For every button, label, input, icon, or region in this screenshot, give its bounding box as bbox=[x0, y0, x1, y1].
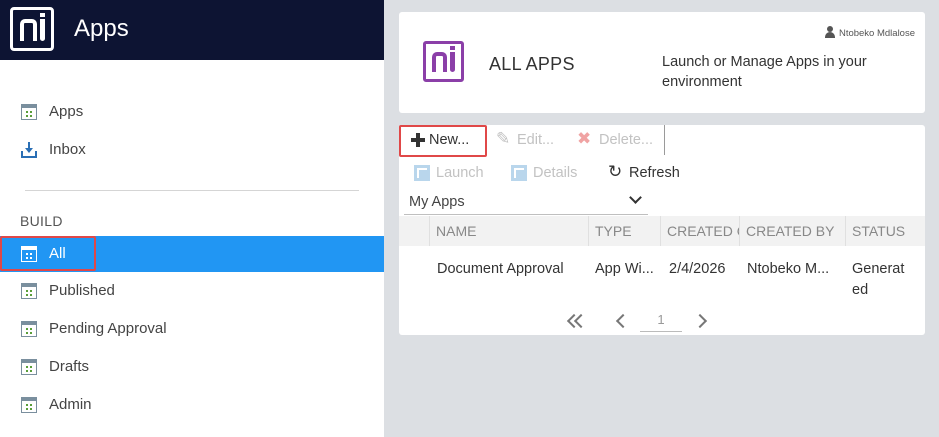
column-header-status[interactable]: STATUS bbox=[845, 216, 925, 246]
window-icon bbox=[21, 359, 37, 375]
user-info: Ntobeko Mdlalose bbox=[824, 26, 915, 39]
column-header-created-by[interactable]: CREATED BY bbox=[739, 216, 845, 246]
edit-button-label: Edit... bbox=[517, 132, 555, 148]
sidebar: Apps Apps Inbox BUILD All Published Pend… bbox=[0, 0, 384, 437]
next-page-icon[interactable] bbox=[692, 313, 708, 329]
apps-list-card: New... ✎ Edit... ✖ Delete... Launch Deta… bbox=[399, 125, 925, 335]
refresh-icon: ↻ bbox=[608, 162, 623, 181]
user-name: Ntobeko Mdlalose bbox=[838, 28, 915, 39]
sidebar-item-admin[interactable]: Admin bbox=[0, 387, 384, 423]
sidebar-item-label: Drafts bbox=[49, 358, 90, 375]
sidebar-item-published[interactable]: Published bbox=[0, 273, 384, 309]
sidebar-item-inbox[interactable]: Inbox bbox=[0, 132, 384, 168]
column-header-name[interactable]: NAME bbox=[429, 216, 588, 246]
sidebar-item-label: Published bbox=[49, 282, 115, 299]
launch-button-label: Launch bbox=[436, 165, 484, 181]
sidebar-item-label: Admin bbox=[49, 396, 92, 413]
toolbar-separator bbox=[664, 125, 665, 155]
table-header: NAME TYPE CREATED O CREATED BY STATUS bbox=[399, 216, 925, 246]
sidebar-item-drafts[interactable]: Drafts bbox=[0, 349, 384, 385]
pagination: 1 bbox=[399, 310, 925, 334]
sidebar-item-label: All bbox=[49, 245, 66, 262]
sidebar-divider bbox=[25, 190, 359, 191]
page-number[interactable]: 1 bbox=[640, 310, 682, 332]
delete-button-label: Delete... bbox=[599, 132, 653, 148]
prev-page-icon[interactable] bbox=[615, 313, 631, 329]
sidebar-item-label: Inbox bbox=[49, 141, 86, 158]
window-icon bbox=[21, 397, 37, 413]
page-title: ALL APPS bbox=[489, 54, 575, 74]
window-icon bbox=[21, 283, 37, 299]
user-icon bbox=[824, 26, 835, 38]
cell-name: Document Approval bbox=[437, 261, 564, 277]
sidebar-item-all[interactable]: All bbox=[0, 236, 384, 272]
sidebar-item-pending-approval[interactable]: Pending Approval bbox=[0, 311, 384, 347]
column-header-type[interactable]: TYPE bbox=[588, 216, 660, 246]
edit-button[interactable]: ✎ Edit... bbox=[496, 127, 556, 153]
refresh-button[interactable]: ↻ Refresh bbox=[607, 160, 687, 186]
refresh-button-label: Refresh bbox=[629, 165, 680, 181]
delete-button[interactable]: ✖ Delete... bbox=[577, 127, 657, 153]
delete-x-icon: ✖ bbox=[577, 129, 592, 148]
nintex-logo-icon bbox=[423, 41, 464, 82]
new-button-label: New... bbox=[429, 132, 470, 148]
chevron-down-icon bbox=[629, 191, 642, 204]
new-button[interactable]: New... bbox=[411, 127, 483, 153]
cell-status-line: Generat bbox=[852, 261, 905, 277]
sidebar-item-apps[interactable]: Apps bbox=[0, 94, 384, 130]
column-header-created-on[interactable]: CREATED O bbox=[660, 216, 739, 246]
sidebar-item-label: Pending Approval bbox=[49, 320, 167, 337]
sidebar-item-label: Apps bbox=[49, 103, 84, 120]
banner-card: ALL APPS Launch or Manage Apps in your e… bbox=[399, 12, 925, 113]
app-header: Apps bbox=[0, 0, 384, 60]
launch-icon bbox=[414, 165, 430, 181]
launch-button[interactable]: Launch bbox=[414, 160, 489, 186]
app-title: Apps bbox=[74, 15, 129, 42]
cell-created-on: 2/4/2026 bbox=[669, 261, 726, 277]
details-icon bbox=[511, 165, 527, 181]
section-title-build: BUILD bbox=[20, 213, 63, 229]
window-icon bbox=[21, 104, 37, 120]
cell-created-by: Ntobeko M... bbox=[747, 261, 830, 277]
page-description: Launch or Manage Apps in your environmen… bbox=[662, 54, 867, 90]
window-icon bbox=[21, 246, 37, 262]
cell-type: App Wi... bbox=[595, 261, 654, 277]
details-button-label: Details bbox=[533, 165, 578, 181]
pencil-icon: ✎ bbox=[496, 129, 511, 148]
details-button[interactable]: Details bbox=[511, 160, 583, 186]
cell-status-line: ed bbox=[852, 282, 869, 298]
plus-icon bbox=[411, 133, 425, 147]
view-dropdown-value: My Apps bbox=[409, 194, 465, 210]
view-dropdown[interactable]: My Apps bbox=[404, 191, 648, 215]
nintex-logo-icon bbox=[10, 7, 54, 51]
inbox-icon bbox=[21, 142, 37, 158]
window-icon bbox=[21, 321, 37, 337]
cell-status: Generat ed bbox=[852, 259, 922, 301]
